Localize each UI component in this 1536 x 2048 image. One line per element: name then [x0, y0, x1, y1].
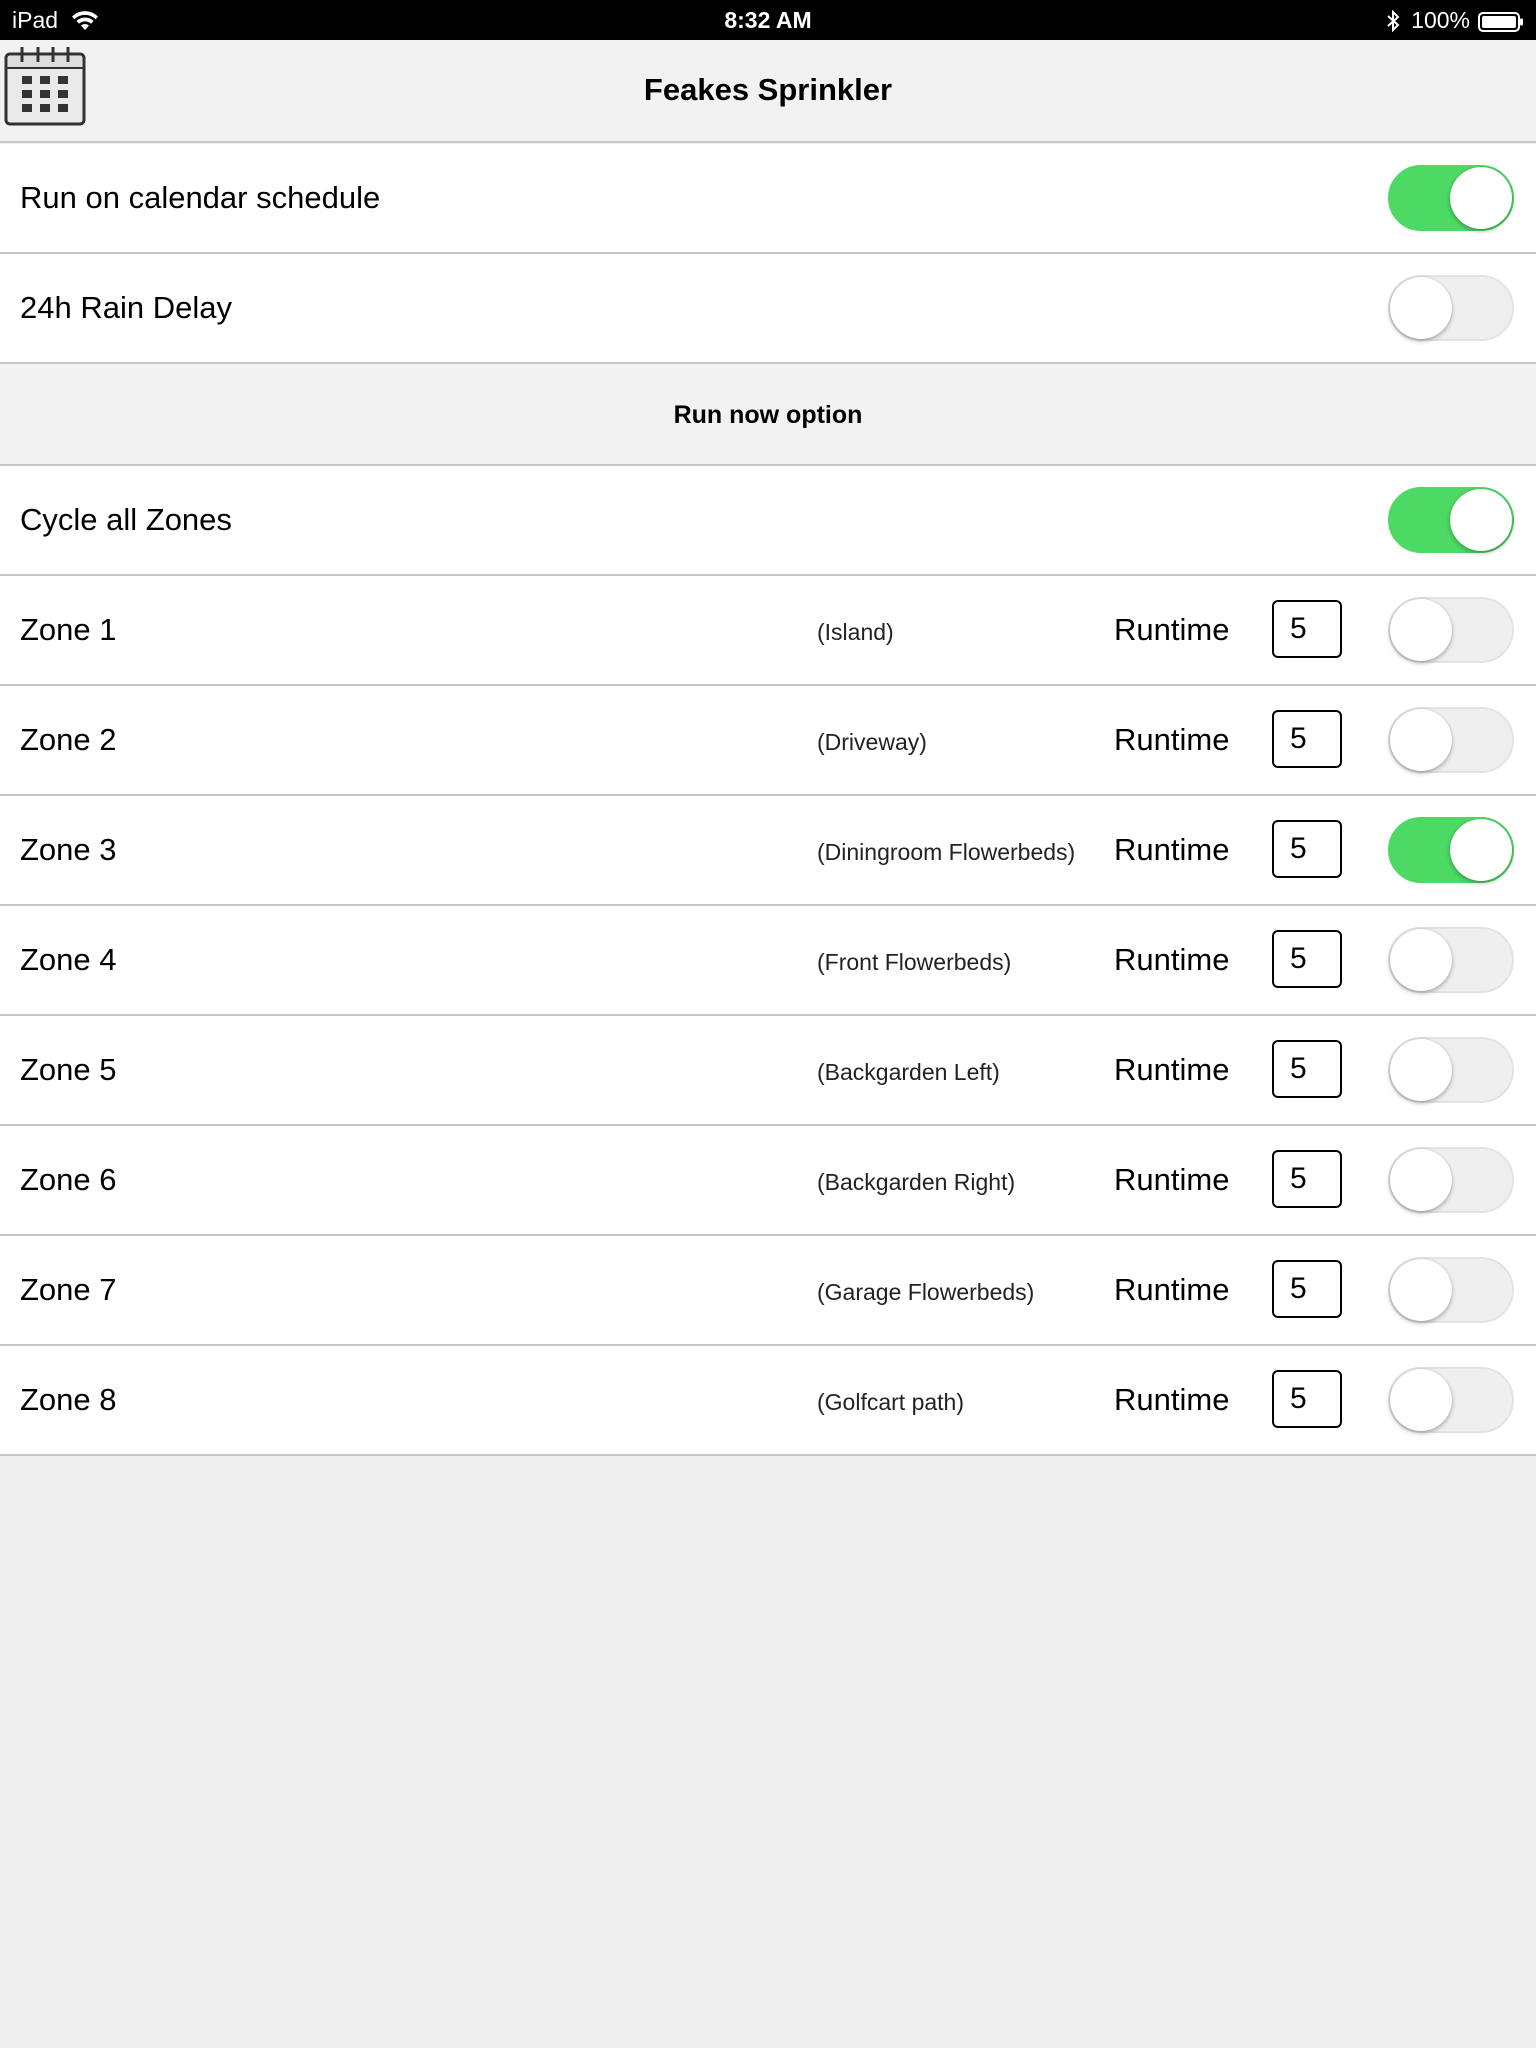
- toggle-knob: [1390, 929, 1452, 991]
- nav-header: Feakes Sprinkler: [0, 40, 1536, 143]
- calendar-icon: [4, 47, 86, 130]
- zone-location: (Island): [817, 619, 894, 645]
- page-title: Feakes Sprinkler: [643, 72, 893, 107]
- runtime-input[interactable]: [1272, 710, 1342, 768]
- zone-row: Zone 4 (Front Flowerbeds) Runtime: [0, 906, 1536, 1016]
- zone-row: Zone 2 (Driveway) Runtime: [0, 686, 1536, 796]
- setting-label: 24h Rain Delay: [20, 290, 232, 325]
- runtime-label: Runtime: [1114, 1272, 1230, 1307]
- zone-row: Zone 3 (Diningroom Flowerbeds) Runtime: [0, 796, 1536, 906]
- section-header: Run now option: [0, 364, 1536, 466]
- runtime-label: Runtime: [1114, 942, 1230, 977]
- toggle-knob: [1390, 1259, 1452, 1321]
- zone-toggle[interactable]: [1388, 597, 1514, 663]
- settings-row-rain-delay: 24h Rain Delay: [0, 254, 1536, 364]
- cycle-all-zones-toggle[interactable]: [1388, 487, 1514, 553]
- battery-percent: 100%: [1411, 7, 1470, 33]
- zone-location: (Driveway): [817, 729, 927, 755]
- runtime-input[interactable]: [1272, 1260, 1342, 1318]
- runtime-input[interactable]: [1272, 820, 1342, 878]
- runtime-input[interactable]: [1272, 930, 1342, 988]
- zone-toggle[interactable]: [1388, 1147, 1514, 1213]
- toggle-knob: [1390, 1369, 1452, 1431]
- calendar-schedule-toggle[interactable]: [1388, 165, 1514, 231]
- cycle-all-zones-row: Cycle all Zones: [0, 466, 1536, 576]
- zone-toggle[interactable]: [1388, 707, 1514, 773]
- zone-location: (Diningroom Flowerbeds): [817, 839, 1076, 865]
- zone-toggle[interactable]: [1388, 1257, 1514, 1323]
- zone-row: Zone 6 (Backgarden Right) Runtime: [0, 1126, 1536, 1236]
- zone-toggle[interactable]: [1388, 1037, 1514, 1103]
- zone-row: Zone 1 (Island) Runtime: [0, 576, 1536, 686]
- toggle-knob: [1450, 167, 1512, 229]
- runtime-input[interactable]: [1272, 1040, 1342, 1098]
- runtime-label: Runtime: [1114, 612, 1230, 647]
- runtime-label: Runtime: [1114, 722, 1230, 757]
- zone-row: Zone 8 (Golfcart path) Runtime: [0, 1346, 1536, 1456]
- rain-delay-toggle[interactable]: [1388, 275, 1514, 341]
- toggle-knob: [1390, 1039, 1452, 1101]
- zone-location: (Front Flowerbeds): [817, 949, 1012, 975]
- toggle-knob: [1390, 277, 1452, 339]
- runtime-label: Runtime: [1114, 1162, 1230, 1197]
- zone-toggle[interactable]: [1388, 1367, 1514, 1433]
- status-time: 8:32 AM: [724, 7, 812, 33]
- runtime-label: Runtime: [1114, 1052, 1230, 1087]
- toggle-knob: [1390, 1149, 1452, 1211]
- zone-row: Zone 7 (Garage Flowerbeds) Runtime: [0, 1236, 1536, 1346]
- runtime-label: Runtime: [1114, 832, 1230, 867]
- zone-name: Zone 6: [20, 1162, 117, 1197]
- zone-toggle[interactable]: [1388, 817, 1514, 883]
- zone-name: Zone 1: [20, 612, 117, 647]
- empty-background: [0, 1458, 1536, 2048]
- runtime-input[interactable]: [1272, 1370, 1342, 1428]
- runtime-input[interactable]: [1272, 1150, 1342, 1208]
- zone-location: (Backgarden Right): [817, 1169, 1016, 1195]
- zone-location: (Backgarden Left): [817, 1059, 1000, 1085]
- zone-toggle[interactable]: [1388, 927, 1514, 993]
- section-title: Run now option: [673, 401, 863, 429]
- runtime-label: Runtime: [1114, 1382, 1230, 1417]
- bluetooth-icon: [1385, 9, 1401, 33]
- toggle-knob: [1450, 819, 1512, 881]
- toggle-knob: [1450, 489, 1512, 551]
- toggle-knob: [1390, 599, 1452, 661]
- battery-icon: [1478, 11, 1524, 32]
- zone-name: Zone 3: [20, 832, 117, 867]
- zone-row: Zone 5 (Backgarden Left) Runtime: [0, 1016, 1536, 1126]
- cycle-all-label: Cycle all Zones: [20, 502, 232, 537]
- zone-location: (Garage Flowerbeds): [817, 1279, 1035, 1305]
- runtime-input[interactable]: [1272, 600, 1342, 658]
- zone-name: Zone 4: [20, 942, 117, 977]
- toggle-knob: [1390, 709, 1452, 771]
- setting-label: Run on calendar schedule: [20, 180, 381, 215]
- zone-name: Zone 5: [20, 1052, 117, 1087]
- zone-name: Zone 8: [20, 1382, 117, 1417]
- zone-name: Zone 2: [20, 722, 117, 757]
- zone-name: Zone 7: [20, 1272, 117, 1307]
- settings-row-calendar-schedule: Run on calendar schedule: [0, 144, 1536, 254]
- status-bar: iPad 8:32 AM 100%: [0, 0, 1536, 40]
- zone-location: (Golfcart path): [817, 1389, 964, 1415]
- status-right: 100%: [1385, 7, 1524, 34]
